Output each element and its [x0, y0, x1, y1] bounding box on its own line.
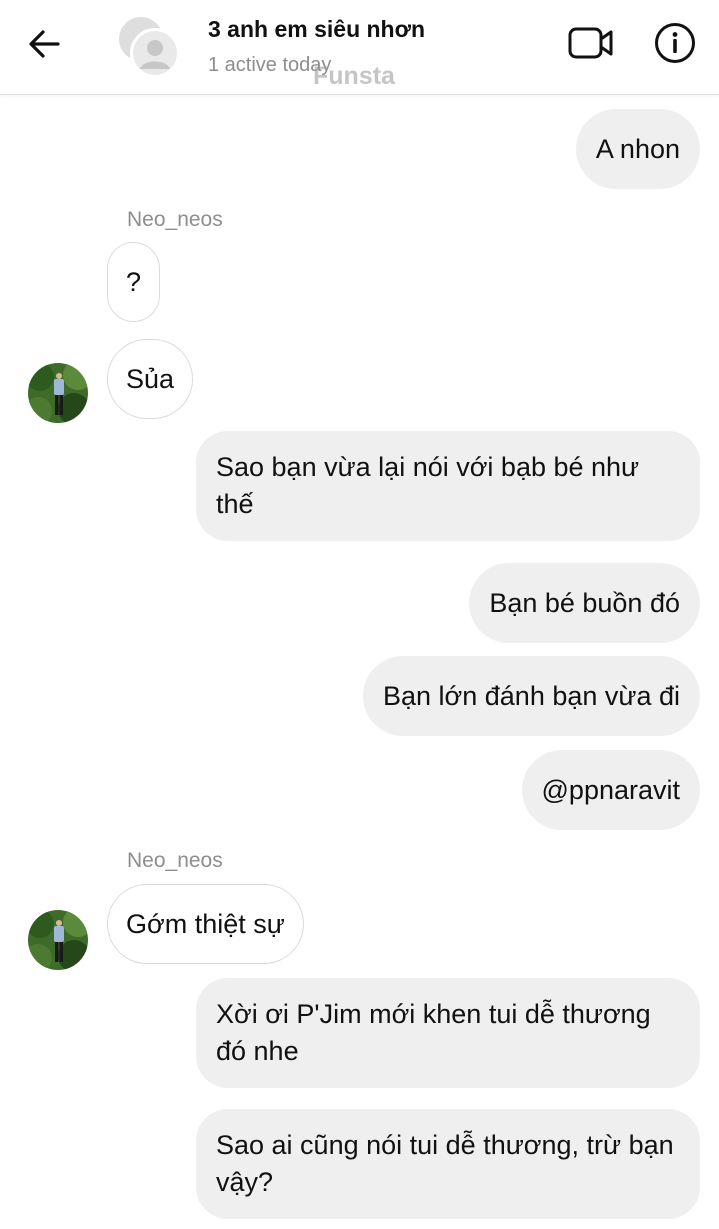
sender-name: Neo_neos: [127, 849, 223, 872]
message-bubble-outgoing[interactable]: Sao bạn vừa lại nói với bạb bé như thế: [196, 431, 700, 541]
info-circle-icon: [654, 22, 696, 69]
message-bubble-outgoing[interactable]: A nhon: [575, 109, 700, 189]
message-bubble-incoming[interactable]: ?: [107, 242, 161, 322]
message-bubble-outgoing[interactable]: @ppnaravit: [521, 750, 700, 830]
chat-header: 3 anh em siêu nhơn 1 active today Funsta: [0, 0, 719, 95]
message-bubble-outgoing[interactable]: Xời ơi P'Jim mới khen tui dễ thương đó n…: [196, 978, 700, 1088]
message-bubble-incoming[interactable]: Gớm thiệt sự: [107, 884, 304, 964]
video-call-button[interactable]: [566, 24, 616, 66]
default-user-icon: [130, 28, 180, 78]
message-bubble-outgoing[interactable]: Bạn lớn đánh bạn vừa đi: [363, 656, 700, 736]
chat-screen: 3 anh em siêu nhơn 1 active today Funsta: [0, 0, 719, 1229]
watermark: Funsta: [313, 62, 395, 90]
video-camera-icon: [567, 24, 615, 67]
arrow-left-icon: [27, 29, 61, 64]
user-photo-icon: [28, 910, 88, 970]
message-bubble-outgoing[interactable]: Bạn bé buồn đó: [469, 563, 700, 643]
message-bubble-outgoing[interactable]: Sao ai cũng nói tui dễ thương, trừ bạn v…: [196, 1109, 700, 1219]
avatar[interactable]: [28, 363, 88, 423]
chat-title[interactable]: 3 anh em siêu nhơn: [208, 16, 425, 43]
user-photo-icon: [28, 363, 88, 423]
group-avatar[interactable]: [116, 14, 180, 78]
avatar[interactable]: [28, 910, 88, 970]
back-button[interactable]: [22, 26, 66, 66]
message-bubble-incoming[interactable]: Sủa: [107, 339, 194, 419]
conversation-info-button[interactable]: [652, 22, 698, 68]
sender-name: Neo_neos: [127, 208, 223, 231]
